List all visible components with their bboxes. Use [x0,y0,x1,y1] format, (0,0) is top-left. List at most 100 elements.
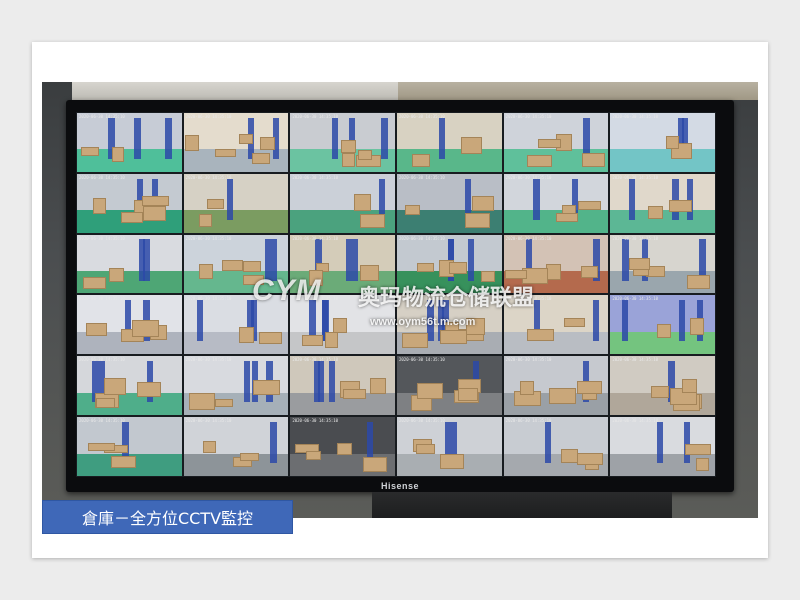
camera-timestamp: 2020-06-30 14:35:10 [79,357,125,363]
pallet-box [576,380,603,394]
storage-rack [165,117,172,159]
storage-rack [345,239,352,281]
camera-timestamp: 2020-06-30 14:35:10 [185,114,232,119]
caption-banner: 倉庫－全方位CCTV監控 [42,500,293,534]
pallet-box [665,136,680,149]
camera-timestamp: 2020-06-30 14:35:10 [398,357,445,363]
camera-timestamp: 2020-06-30 14:35:10 [185,174,232,180]
pallet-box [668,199,693,212]
pallet-box [657,324,672,338]
pallet-box [92,198,106,215]
pallet-box [578,201,601,210]
camera-feed: 2020-06-30 14:35:10 [290,234,395,294]
storage-rack [329,361,336,403]
pallet-box [556,213,579,223]
camera-feed: 2020-06-30 14:35:10 [290,173,395,233]
pallet-box [308,269,323,286]
pallet-box [357,150,373,160]
camera-feed: 2020-06-30 14:35:10 [396,356,502,416]
camera-timestamp: 2020-06-30 14:35:10 [612,114,659,119]
camera-feed: 2020-06-30 14:35:10 [503,356,609,416]
caption-text: 倉庫－全方位CCTV監控 [81,509,254,528]
pallet-box [103,377,126,395]
camera-timestamp: 2020-06-30 14:35:10 [505,235,552,241]
camera-feed: 2020-06-30 14:35:10 [503,173,609,233]
camera-feed: 2020-06-30 14:35:10 [183,234,289,294]
pallet-box [527,328,554,341]
camera-timestamp: 2020-06-30 14:35:10 [292,114,339,119]
pallet-box [354,194,372,212]
wall-background-right [398,82,758,100]
camera-feed: 2020-06-30 14:35:10 [610,356,715,416]
pallet-box [360,264,380,281]
pallet-box [538,139,561,148]
camera-timestamp: 2020-06-30 14:35:10 [292,235,339,241]
storage-rack [628,178,635,220]
camera-timestamp: 2020-06-30 14:35:10 [292,296,339,302]
camera-timestamp: 2020-06-30 14:35:10 [79,418,125,424]
storage-rack [679,300,686,342]
camera-feed: 2020-06-30 14:35:10 [77,417,182,476]
pallet-box [401,332,429,349]
pallet-box [243,275,264,286]
camera-timestamp: 2020-06-30 14:35:10 [185,235,232,241]
pallet-box [188,393,215,410]
camera-feed: 2020-06-30 14:35:10 [396,295,502,355]
pallet-box [647,206,664,220]
pallet-box [689,317,705,335]
pallet-box [439,329,467,345]
pallet-box [215,148,236,157]
camera-timestamp: 2020-06-30 14:35:10 [612,418,659,424]
photo-card: 2020-06-30 14:35:10 2020-06-30 14:35:10 20… [32,42,768,558]
camera-timestamp: 2020-06-30 14:35:10 [292,418,339,424]
camera-timestamp: 2020-06-30 14:35:10 [612,357,659,363]
pallet-box [411,154,430,167]
camera-feed: 2020-06-30 14:35:10 [503,417,609,476]
pallet-box [83,276,106,289]
pallet-box [576,452,603,465]
pallet-box [252,153,270,164]
storage-rack [270,421,277,464]
camera-feed: 2020-06-30 14:35:10 [183,173,289,233]
camera-feed: 2020-06-30 14:35:10 [610,173,715,233]
camera-timestamp: 2020-06-30 14:35:10 [398,235,445,241]
storage-rack [226,178,233,220]
pallet-box [370,378,386,395]
storage-rack [381,117,388,159]
camera-feed: 2020-06-30 14:35:10 [396,417,502,476]
pallet-box [464,213,490,228]
pallet-box [243,261,261,272]
camera-timestamp: 2020-06-30 14:35:10 [79,174,125,180]
pallet-box [302,334,323,346]
pallet-box [198,213,213,228]
pallet-box [360,214,385,229]
pallet-box [681,378,697,394]
pallet-box [527,155,553,168]
camera-timestamp: 2020-06-30 14:35:10 [292,174,339,180]
pallet-box [137,382,162,397]
camera-timestamp: 2020-06-30 14:35:10 [398,296,445,302]
pallet-box [337,443,352,456]
pallet-box [471,196,494,211]
camera-timestamp: 2020-06-30 14:35:10 [79,235,125,241]
camera-floor [610,149,715,172]
pallet-box [238,133,254,144]
camera-feed: 2020-06-30 14:35:10 [77,356,182,416]
camera-feed: 2020-06-30 14:35:10 [183,417,289,476]
pallet-box [417,263,435,273]
camera-feed: 2020-06-30 14:35:10 [290,417,395,476]
camera-timestamp: 2020-06-30 14:35:10 [612,296,659,302]
pallet-box [686,274,711,289]
pallet-box [581,153,605,167]
pallet-box [207,198,224,209]
camera-feed: 2020-06-30 14:35:10 [77,113,182,172]
storage-rack [438,117,445,159]
pallet-box [340,140,357,153]
pallet-box [561,448,578,464]
camera-timestamp: 2020-06-30 14:35:10 [398,114,445,119]
pallet-box [416,382,444,399]
storage-rack [683,421,690,464]
camera-feed: 2020-06-30 14:35:10 [396,173,502,233]
pallet-box [460,137,483,154]
pallet-box [458,388,478,402]
